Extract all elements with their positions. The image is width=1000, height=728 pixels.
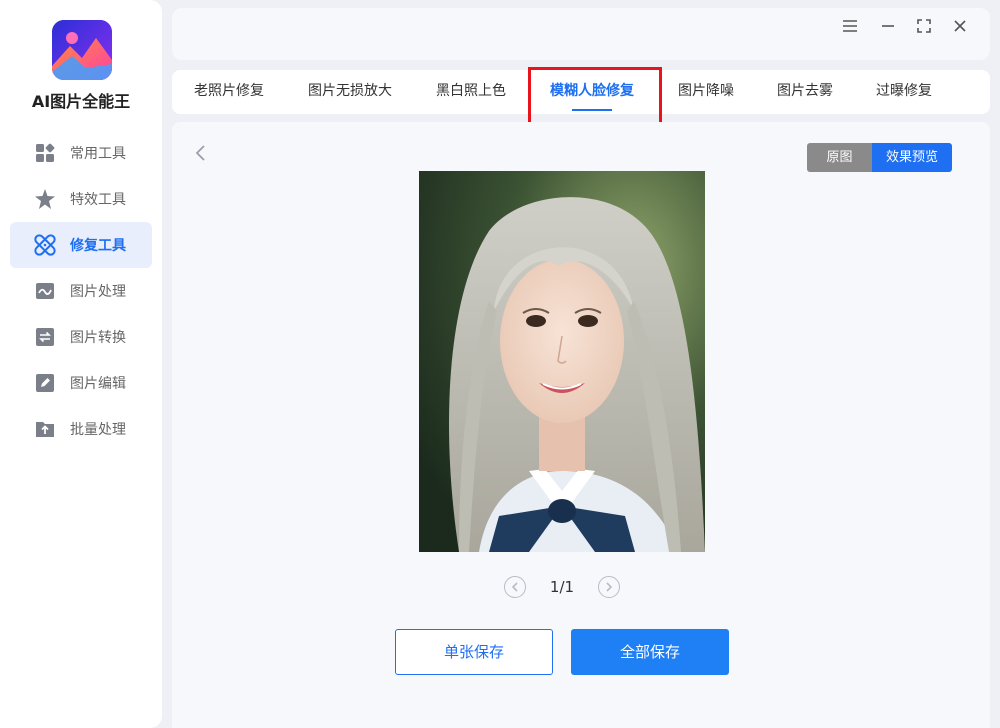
page-indicator: 1/1 (549, 578, 575, 596)
convert-icon (34, 326, 56, 348)
sidebar-nav: 常用工具 特效工具 修复工具 图片处理 图片转换 图片编辑 批量处理 (10, 130, 152, 452)
next-page-button[interactable] (598, 576, 620, 598)
menu-icon[interactable] (840, 16, 860, 36)
grid-icon (34, 142, 56, 164)
preview-image (419, 171, 705, 552)
sidebar-item-label: 修复工具 (70, 238, 126, 254)
chevron-left-icon (511, 582, 518, 592)
sidebar-item-label: 批量处理 (70, 422, 126, 438)
tab-lossless-upscale[interactable]: 图片无损放大 (308, 70, 392, 114)
sidebar-item-batch-processing[interactable]: 批量处理 (10, 406, 152, 452)
tab-denoise[interactable]: 图片降噪 (678, 70, 734, 114)
original-toggle-button[interactable]: 原图 (807, 143, 872, 172)
sidebar-item-repair-tools[interactable]: 修复工具 (10, 222, 152, 268)
sidebar-item-image-edit[interactable]: 图片编辑 (10, 360, 152, 406)
sidebar-item-common-tools[interactable]: 常用工具 (10, 130, 152, 176)
app-logo (52, 20, 112, 80)
sidebar-item-effect-tools[interactable]: 特效工具 (10, 176, 152, 222)
close-icon[interactable] (950, 16, 970, 36)
sidebar-item-image-conversion[interactable]: 图片转换 (10, 314, 152, 360)
save-single-button[interactable]: 单张保存 (395, 629, 553, 675)
sidebar-item-label: 常用工具 (70, 146, 126, 162)
tab-face-restore[interactable]: 模糊人脸修复 (550, 70, 634, 114)
sidebar-item-image-processing[interactable]: 图片处理 (10, 268, 152, 314)
chevron-left-icon (195, 145, 205, 161)
image-wave-icon (34, 280, 56, 302)
sidebar-item-label: 特效工具 (70, 192, 126, 208)
back-button[interactable] (190, 142, 210, 164)
maximize-icon[interactable] (914, 16, 934, 36)
sidebar: AI图片全能王 常用工具 特效工具 修复工具 图片处理 图片转换 图片编辑 批量… (0, 0, 162, 728)
minimize-icon[interactable] (878, 16, 898, 36)
tool-tabs: 老照片修复 图片无损放大 黑白照上色 模糊人脸修复 图片降噪 图片去雾 过曝修复 (172, 70, 990, 114)
sidebar-item-label: 图片转换 (70, 330, 126, 346)
sidebar-item-label: 图片编辑 (70, 376, 126, 392)
star-icon (34, 188, 56, 210)
tab-colorize[interactable]: 黑白照上色 (436, 70, 506, 114)
tab-old-photo-repair[interactable]: 老照片修复 (194, 70, 264, 114)
title-bar (172, 8, 990, 60)
tab-dehaze[interactable]: 图片去雾 (777, 70, 833, 114)
upload-folder-icon (34, 418, 56, 440)
edit-icon (34, 372, 56, 394)
effect-preview-toggle-button[interactable]: 效果预览 (872, 143, 952, 172)
chevron-right-icon (606, 582, 613, 592)
bandage-icon (34, 234, 56, 256)
sidebar-item-label: 图片处理 (70, 284, 126, 300)
previous-page-button[interactable] (504, 576, 526, 598)
view-toggle: 原图 效果预览 (807, 143, 952, 172)
tab-overexposure-repair[interactable]: 过曝修复 (876, 70, 932, 114)
save-all-button[interactable]: 全部保存 (571, 629, 729, 675)
app-title: AI图片全能王 (31, 92, 131, 111)
